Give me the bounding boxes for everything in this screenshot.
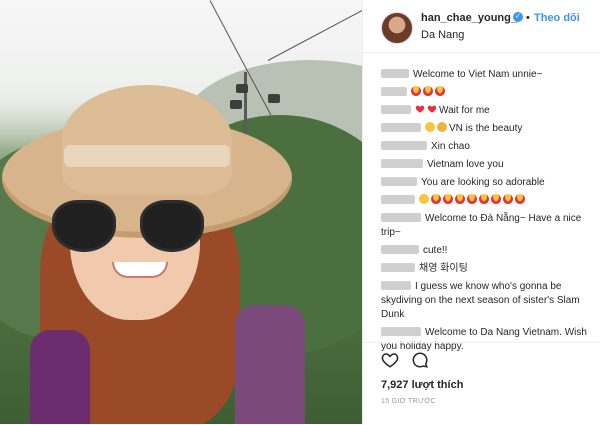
sunglasses-lens-left bbox=[52, 200, 116, 252]
post-header: han_chae_young_ ✓ • Theo dõi Da Nang bbox=[363, 0, 600, 53]
comment-text: cute!! bbox=[423, 245, 448, 256]
comment-text: Xin chao bbox=[431, 141, 470, 152]
comment-text: Welcome to Viet Nam unnie~ bbox=[413, 69, 543, 80]
follow-button[interactable]: Theo dõi bbox=[534, 12, 580, 24]
cable-car bbox=[268, 94, 280, 103]
comment-item: Xin chao bbox=[381, 140, 591, 154]
post-photo[interactable] bbox=[0, 0, 362, 424]
likes-count[interactable]: 7,927 lượt thích bbox=[381, 379, 463, 391]
comment-item: Vietnam love you bbox=[381, 158, 591, 172]
comment-item: VN is the beauty bbox=[381, 122, 591, 136]
comment-author-redacted[interactable] bbox=[381, 69, 409, 78]
comment-item: Welcome to Đà Nẵng~ Have a nice trip~ bbox=[381, 212, 591, 240]
heart-eyes-emoji-icon bbox=[435, 86, 445, 96]
comment-author-redacted[interactable] bbox=[381, 177, 417, 186]
post-detail-panel: han_chae_young_ ✓ • Theo dõi Da Nang Wel… bbox=[362, 0, 600, 424]
comment-text: VN is the beauty bbox=[449, 123, 523, 134]
heart-eyes-emoji-icon bbox=[479, 194, 489, 204]
sunglasses-lens-right bbox=[140, 200, 204, 252]
comment-author-redacted[interactable] bbox=[381, 281, 411, 290]
heart-eyes-emoji-icon bbox=[411, 86, 421, 96]
cable-car bbox=[230, 100, 242, 109]
kiss-emoji-icon bbox=[419, 194, 429, 204]
comment-item: You are looking so adorable bbox=[381, 176, 591, 190]
heart-eyes-emoji-icon bbox=[431, 194, 441, 204]
comments-list: Welcome to Viet Nam unnie~ Wait for me VN … bbox=[381, 68, 591, 358]
verified-badge-icon: ✓ bbox=[513, 12, 523, 22]
comment-author-redacted[interactable] bbox=[381, 213, 421, 222]
comment-author-redacted[interactable] bbox=[381, 195, 415, 204]
comment-text: You are looking so adorable bbox=[421, 177, 545, 188]
location-link[interactable]: Da Nang bbox=[421, 29, 464, 41]
comment-text: 채영 화이팅 bbox=[419, 263, 468, 274]
comment-item: Wait for me bbox=[381, 104, 591, 118]
hat-band bbox=[64, 145, 230, 167]
comment-author-redacted[interactable] bbox=[381, 123, 421, 132]
top-garment bbox=[235, 305, 305, 424]
comment-item: Welcome to Viet Nam unnie~ bbox=[381, 68, 591, 82]
heart-eyes-emoji-icon bbox=[515, 194, 525, 204]
heart-eyes-emoji-icon bbox=[443, 194, 453, 204]
top-garment bbox=[30, 330, 90, 424]
comment-author-redacted[interactable] bbox=[381, 141, 427, 150]
comment-item: I guess we know who's gonna be skydiving… bbox=[381, 280, 591, 322]
comment-item bbox=[381, 194, 591, 208]
comment-author-redacted[interactable] bbox=[381, 105, 411, 114]
comment-item bbox=[381, 86, 591, 100]
smile bbox=[112, 262, 168, 278]
comment-item: cute!! bbox=[381, 244, 591, 258]
comment-author-redacted[interactable] bbox=[381, 245, 419, 254]
comment-author-redacted[interactable] bbox=[381, 87, 407, 96]
comment-item: 채영 화이팅 bbox=[381, 262, 591, 276]
sweat-smile-emoji-icon bbox=[425, 122, 435, 132]
heart-eyes-emoji-icon bbox=[423, 86, 433, 96]
comment-author-redacted[interactable] bbox=[381, 327, 421, 336]
post-timestamp: 15 GIỜ TRƯỚC bbox=[381, 398, 436, 405]
comment-author-redacted[interactable] bbox=[381, 159, 423, 168]
cable-tower bbox=[244, 72, 247, 142]
avatar[interactable] bbox=[381, 12, 413, 44]
heart-eyes-emoji-icon bbox=[503, 194, 513, 204]
heart-emoji-icon bbox=[415, 104, 425, 114]
comment-author-redacted[interactable] bbox=[381, 263, 415, 272]
heart-eyes-emoji-icon bbox=[455, 194, 465, 204]
heart-eyes-emoji-icon bbox=[467, 194, 477, 204]
heart-eyes-emoji-icon bbox=[491, 194, 501, 204]
like-heart-icon[interactable] bbox=[381, 351, 399, 369]
heart-emoji-icon bbox=[427, 104, 437, 114]
actions-bar: 7,927 lượt thích 15 GIỜ TRƯỚC bbox=[363, 342, 600, 425]
cable-car bbox=[236, 84, 248, 93]
separator-dot: • bbox=[526, 12, 530, 24]
comment-icon[interactable] bbox=[411, 351, 429, 369]
wave-emoji-icon bbox=[437, 122, 447, 132]
comment-text: Wait for me bbox=[439, 105, 490, 116]
comment-text: Vietnam love you bbox=[427, 159, 504, 170]
hat-crown bbox=[62, 85, 232, 195]
username[interactable]: han_chae_young_ bbox=[421, 12, 517, 24]
